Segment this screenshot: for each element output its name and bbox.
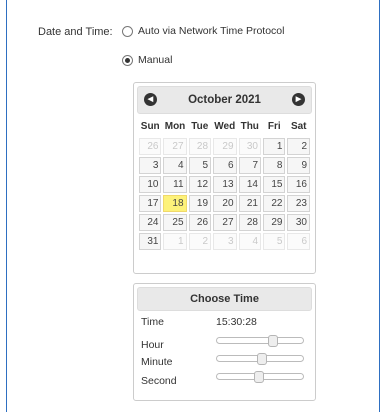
ntp-option-label: Auto via Network Time Protocol [138, 25, 285, 37]
minute-slider[interactable] [216, 353, 304, 365]
ntp-option[interactable]: Auto via Network Time Protocol [122, 25, 284, 37]
manual-option[interactable]: Manual [122, 54, 172, 66]
calendar-day[interactable]: 9 [287, 157, 310, 174]
calendar-day[interactable]: 11 [163, 176, 187, 193]
calendar-day[interactable]: 29 [263, 214, 286, 231]
calendar-day[interactable]: 2 [287, 138, 310, 155]
calendar-day[interactable]: 3 [139, 157, 162, 174]
time-value: 15:30:28 [216, 316, 257, 328]
weekday-header: Sat [290, 121, 307, 132]
calendar-day[interactable]: 4 [163, 157, 187, 174]
minute-label: Minute [141, 356, 173, 368]
calendar-day[interactable]: 15 [263, 176, 286, 193]
time-label: Time [141, 316, 164, 328]
calendar-day[interactable]: 27 [213, 214, 237, 231]
weekday-header: Sun [140, 121, 160, 132]
weekday-header: Fri [267, 121, 281, 132]
calendar-grid: Sun Mon Tue Wed Thu Fri Sat 26 27 28 29 30 1 2 3 4 5 6 7 8… [137, 115, 312, 252]
calendar-day[interactable]: 26 [188, 214, 212, 231]
calendar-day[interactable]: 28 [238, 214, 261, 231]
month-year-title: October 2021 [188, 94, 261, 106]
calendar-day[interactable]: 5 [263, 233, 286, 250]
calendar-header: ◀ October 2021 ▶ [137, 86, 312, 114]
calendar-day[interactable]: 31 [139, 233, 162, 250]
second-slider[interactable] [216, 371, 304, 383]
calendar-day[interactable]: 6 [213, 157, 237, 174]
calendar-day[interactable]: 2 [188, 233, 212, 250]
manual-option-label: Manual [138, 54, 173, 66]
calendar-day[interactable]: 8 [263, 157, 286, 174]
calendar-day[interactable]: 30 [287, 214, 310, 231]
second-slider-handle[interactable] [254, 371, 264, 383]
weekday-header: Mon [164, 121, 186, 132]
calendar-day[interactable]: 7 [238, 157, 261, 174]
next-month-icon[interactable]: ▶ [292, 93, 305, 106]
calendar-day[interactable]: 25 [163, 214, 187, 231]
calendar-day[interactable]: 29 [213, 138, 237, 155]
weekday-header: Thu [240, 121, 259, 132]
calendar-day[interactable]: 27 [163, 138, 187, 155]
minute-slider-handle[interactable] [257, 353, 267, 365]
calendar-day[interactable]: 28 [188, 138, 212, 155]
calendar-day[interactable]: 16 [287, 176, 310, 193]
time-picker-title: Choose Time [137, 287, 312, 311]
calendar-day[interactable]: 1 [263, 138, 286, 155]
calendar-day[interactable]: 24 [139, 214, 162, 231]
calendar-day-today[interactable]: 18 [163, 195, 187, 212]
second-label: Second [141, 375, 177, 387]
manual-radio[interactable] [122, 54, 133, 66]
hour-label: Hour [141, 339, 164, 351]
calendar-day[interactable]: 19 [188, 195, 212, 212]
calendar-day[interactable]: 26 [139, 138, 162, 155]
calendar-day[interactable]: 21 [238, 195, 261, 212]
weekday-header: Tue [191, 121, 209, 132]
calendar-day[interactable]: 3 [213, 233, 237, 250]
calendar: ◀ October 2021 ▶ Sun Mon Tue Wed Thu Fri Sat 2… [133, 82, 316, 274]
hour-slider[interactable] [216, 335, 304, 347]
calendar-day[interactable]: 17 [139, 195, 162, 212]
calendar-day[interactable]: 10 [139, 176, 162, 193]
calendar-day[interactable]: 14 [238, 176, 261, 193]
calendar-day[interactable]: 4 [238, 233, 261, 250]
calendar-day[interactable]: 22 [263, 195, 286, 212]
calendar-day[interactable]: 1 [163, 233, 187, 250]
prev-month-icon[interactable]: ◀ [144, 93, 157, 106]
ntp-radio[interactable] [122, 25, 133, 37]
calendar-day[interactable]: 5 [188, 157, 212, 174]
calendar-day[interactable]: 13 [213, 176, 237, 193]
calendar-day[interactable]: 6 [287, 233, 310, 250]
calendar-day[interactable]: 20 [213, 195, 237, 212]
calendar-day[interactable]: 30 [238, 138, 261, 155]
calendar-day[interactable]: 23 [287, 195, 310, 212]
hour-slider-handle[interactable] [268, 335, 278, 347]
calendar-day[interactable]: 12 [188, 176, 212, 193]
date-time-label: Date and Time: [38, 26, 113, 38]
weekday-header: Wed [214, 121, 236, 132]
time-picker: Choose Time Time 15:30:28 Hour Minute Se… [133, 283, 316, 401]
